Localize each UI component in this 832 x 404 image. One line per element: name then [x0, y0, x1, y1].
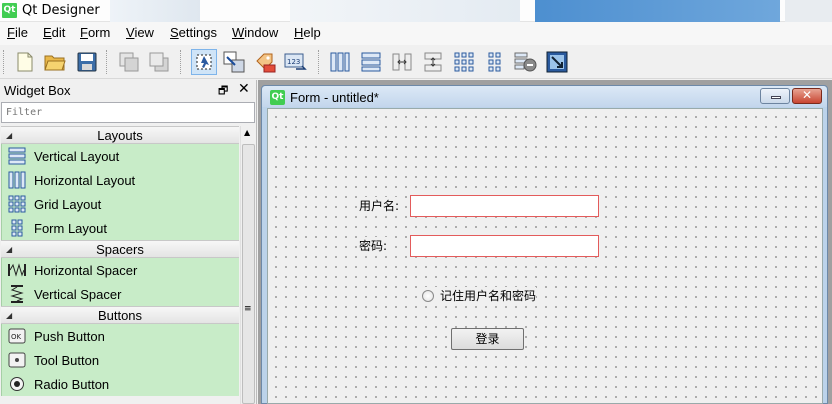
- widget-push-button[interactable]: OK Push Button: [1, 324, 239, 348]
- menu-bar: File Edit Form View Settings Window Help: [0, 22, 832, 45]
- adjust-size-icon[interactable]: [544, 49, 570, 75]
- widget-vertical-spacer[interactable]: Vertical Spacer: [1, 282, 239, 306]
- vertical-splitter-icon[interactable]: [420, 49, 446, 75]
- menu-edit[interactable]: Edit: [43, 25, 65, 40]
- filter-input[interactable]: [1, 102, 255, 123]
- qt-logo-icon: Qt: [2, 3, 17, 18]
- password-input[interactable]: [410, 235, 599, 257]
- menu-file[interactable]: File: [7, 25, 28, 40]
- svg-text:123: 123: [287, 58, 300, 66]
- close-icon: ✕: [801, 88, 813, 102]
- collapse-arrow-icon[interactable]: ◢: [6, 241, 12, 258]
- menu-view[interactable]: View: [126, 25, 154, 40]
- widget-box-header: Widget Box 🗗 ✕: [0, 80, 257, 100]
- grid-layout-icon[interactable]: [451, 49, 477, 75]
- menu-window[interactable]: Window: [232, 25, 278, 40]
- widget-grid-layout[interactable]: Grid Layout: [1, 192, 239, 216]
- svg-text:OK: OK: [11, 333, 22, 341]
- widget-box-scrollbar[interactable]: ▲ ≡: [240, 126, 255, 404]
- widget-box-title: Widget Box: [4, 83, 71, 98]
- save-icon[interactable]: [74, 49, 100, 75]
- widget-tool-button[interactable]: Tool Button: [1, 348, 239, 372]
- edit-widgets-icon[interactable]: [191, 49, 217, 75]
- form-window-title-bar[interactable]: Qt Form - untitled* ✕: [262, 86, 827, 107]
- widget-radio-button[interactable]: Radio Button: [1, 372, 239, 396]
- remember-radio-icon[interactable]: [422, 289, 434, 302]
- category-spacers[interactable]: ◢ Spacers: [1, 240, 239, 258]
- background-window-blur: [785, 0, 832, 22]
- background-window-blur: [290, 0, 520, 22]
- grid-layout-icon: [7, 194, 27, 214]
- qt-logo-icon: Qt: [270, 90, 285, 105]
- tool-button-icon: [7, 350, 27, 370]
- bring-to-front-icon[interactable]: [146, 49, 172, 75]
- login-button[interactable]: 登录: [451, 328, 524, 350]
- close-icon[interactable]: ✕: [238, 81, 250, 97]
- close-button[interactable]: ✕: [792, 88, 822, 104]
- toolbar-separator: [106, 50, 108, 74]
- widget-box-panel: Widget Box 🗗 ✕ ◢ Layouts Vertical Layout…: [0, 80, 257, 404]
- open-folder-icon[interactable]: [42, 49, 68, 75]
- lay-out-vertically-icon[interactable]: [358, 49, 384, 75]
- toolbar-separator: [180, 50, 182, 74]
- form-layout-icon: [7, 218, 27, 238]
- scroll-up-icon[interactable]: ▲: [244, 128, 250, 137]
- edit-tab-order-icon[interactable]: 123: [283, 49, 309, 75]
- password-label[interactable]: 密码:: [359, 237, 388, 254]
- widget-list: ◢ Layouts Vertical Layout Horizontal Lay…: [1, 126, 239, 404]
- minimize-button[interactable]: [760, 88, 790, 104]
- widget-horizontal-spacer[interactable]: Horizontal Spacer: [1, 258, 239, 282]
- window-title: Qt Designer: [22, 3, 100, 18]
- widget-horizontal-layout[interactable]: Horizontal Layout: [1, 168, 239, 192]
- scrollbar-thumb[interactable]: [242, 144, 255, 404]
- horizontal-spacer-icon: [7, 260, 27, 280]
- remember-label: 记住用户名和密码: [440, 289, 537, 303]
- form-canvas[interactable]: 用户名: 密码: 记住用户名和密码 登录: [267, 108, 823, 404]
- menu-settings[interactable]: Settings: [170, 25, 217, 40]
- minimize-icon: [771, 96, 781, 99]
- horizontal-layout-icon: [7, 170, 27, 190]
- widget-vertical-layout[interactable]: Vertical Layout: [1, 144, 239, 168]
- form-layout-icon[interactable]: [482, 49, 508, 75]
- category-buttons[interactable]: ◢ Buttons: [1, 306, 239, 324]
- form-window: Qt Form - untitled* ✕ 用户名: 密码: 记住用户名和密码 …: [261, 85, 828, 404]
- send-to-back-icon[interactable]: [116, 49, 142, 75]
- background-window-blur: [110, 0, 200, 22]
- username-label[interactable]: 用户名:: [359, 197, 400, 214]
- lay-out-horizontally-icon[interactable]: [327, 49, 353, 75]
- remember-checkbox[interactable]: 记住用户名和密码: [422, 287, 537, 304]
- menu-help[interactable]: Help: [294, 25, 321, 40]
- break-layout-icon[interactable]: [513, 49, 539, 75]
- category-layouts[interactable]: ◢ Layouts: [1, 126, 239, 144]
- toolbar-separator: [318, 50, 320, 74]
- edit-signals-slots-icon[interactable]: [221, 49, 247, 75]
- widget-form-layout[interactable]: Form Layout: [1, 216, 239, 240]
- new-file-icon[interactable]: [12, 49, 38, 75]
- edit-buddies-icon[interactable]: [252, 49, 278, 75]
- push-button-icon: OK: [7, 326, 27, 346]
- radio-button-icon: [7, 374, 27, 394]
- username-input[interactable]: [410, 195, 599, 217]
- horizontal-splitter-icon[interactable]: [389, 49, 415, 75]
- main-toolbar: 123: [0, 45, 832, 79]
- vertical-layout-icon: [7, 146, 27, 166]
- vertical-spacer-icon: [7, 284, 27, 304]
- form-window-title: Form - untitled*: [290, 90, 379, 105]
- background-window-blur: [535, 0, 780, 22]
- toolbar-separator: [3, 50, 5, 74]
- title-bar: Qt Qt Designer: [0, 0, 832, 22]
- scrollbar-grip-icon: ≡: [244, 304, 252, 314]
- collapse-arrow-icon[interactable]: ◢: [6, 127, 12, 144]
- menu-form[interactable]: Form: [80, 25, 110, 40]
- collapse-arrow-icon[interactable]: ◢: [6, 307, 12, 324]
- float-icon[interactable]: 🗗: [218, 82, 228, 101]
